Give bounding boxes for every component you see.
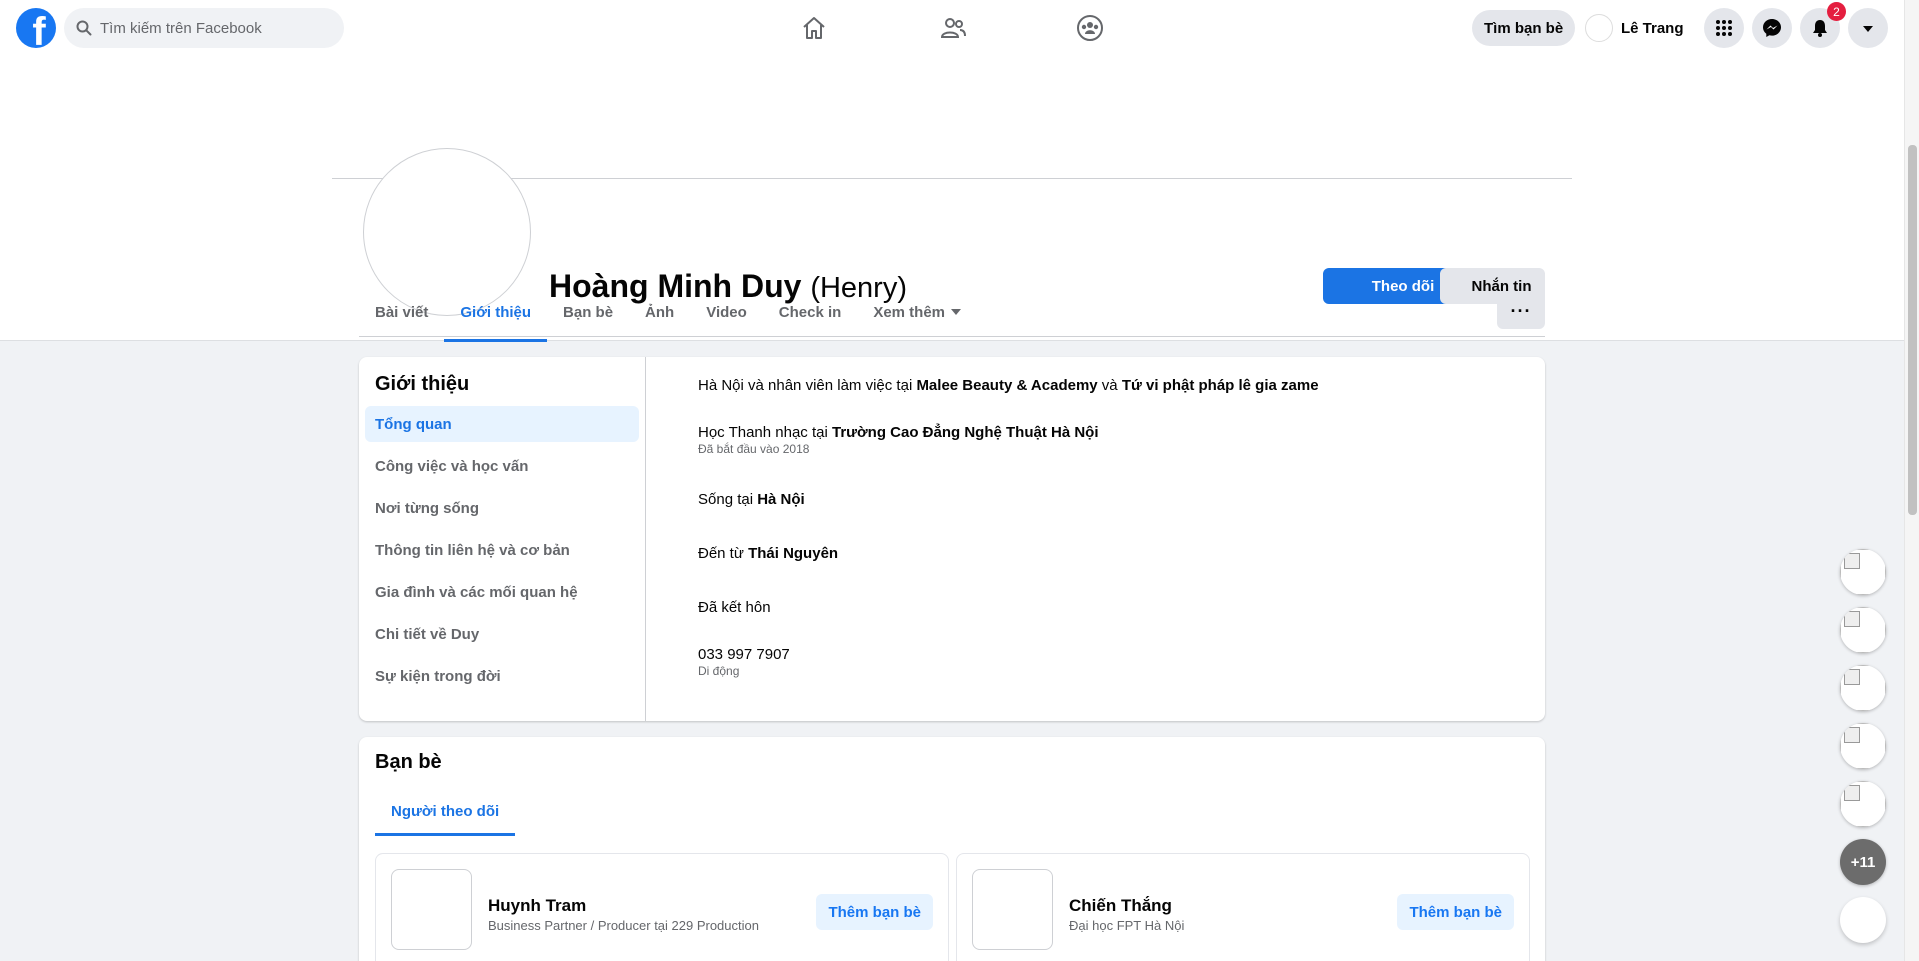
about-menu-life-events[interactable]: Sự kiện trong đời [365, 658, 639, 694]
more-chats-button[interactable]: +11 [1840, 839, 1886, 885]
tab-about[interactable]: Giới thiệu [444, 282, 547, 342]
bell-icon[interactable]: 2 [1800, 2, 1846, 48]
from-place-link[interactable]: Thái Nguyên [748, 545, 838, 562]
find-friends-button[interactable]: Tìm bạn bè [1472, 10, 1576, 46]
home-icon[interactable] [794, 10, 834, 46]
tab-videos[interactable]: Video [690, 282, 763, 342]
friend-card: Huynh Tram Business Partner / Producer t… [375, 853, 949, 961]
lives-place-link[interactable]: Hà Nội [757, 491, 805, 508]
cover-divider [332, 178, 1572, 179]
tab-friends[interactable]: Bạn bè [547, 282, 629, 342]
relationship-info: Đã kết hôn [698, 599, 771, 616]
caret-down-icon[interactable] [1848, 8, 1888, 48]
groups-icon[interactable] [1070, 10, 1110, 46]
broken-image-icon [1840, 665, 1886, 711]
phone-type: Di động [698, 664, 740, 678]
phone-info: 033 997 7907 Di động [698, 646, 790, 678]
search-box[interactable] [64, 8, 344, 48]
broken-image-icon [1840, 723, 1886, 769]
tab-checkins[interactable]: Check in [763, 282, 858, 342]
about-card: Giới thiệu Tổng quan Công việc và học vấ… [359, 357, 1545, 721]
from-info: Đến từ Thái Nguyên [698, 545, 838, 562]
work-and: và [1097, 377, 1122, 394]
new-message-button[interactable] [1840, 897, 1886, 943]
broken-image-icon [1840, 549, 1886, 595]
friend-description: Business Partner / Producer tại 229 Prod… [488, 918, 759, 933]
work-place-link[interactable]: Malee Beauty & Academy [916, 377, 1097, 394]
friend-avatar[interactable] [972, 869, 1053, 950]
school-link[interactable]: Trường Cao Đẳng Nghệ Thuật Hà Nội [832, 424, 1099, 441]
friends-icon[interactable] [933, 10, 973, 46]
scrollbar-thumb[interactable] [1908, 145, 1917, 515]
chevron-down-icon [951, 309, 962, 315]
lives-info: Sống tại Hà Nội [698, 491, 805, 508]
facebook-logo[interactable]: f [16, 8, 56, 48]
work-info: Hà Nội và nhân viên làm việc tại Malee B… [698, 377, 1319, 394]
profile-tabs: Bài viết Giới thiệu Bạn bè Ảnh Video Che… [359, 282, 977, 342]
broken-image-icon [1840, 781, 1886, 827]
education-info: Học Thanh nhạc tại Trường Cao Đẳng Nghệ … [698, 424, 1099, 456]
from-prefix: Đến từ [698, 545, 749, 562]
tab-posts[interactable]: Bài viết [359, 282, 444, 342]
tab-followers[interactable]: Người theo dõi [375, 787, 516, 836]
add-friend-button[interactable]: Thêm bạn bè [1397, 894, 1514, 930]
about-title: Giới thiệu [375, 373, 470, 395]
tab-photos[interactable]: Ảnh [629, 282, 690, 342]
friends-card: Bạn bè Người theo dõi Huynh Tram Busines… [359, 737, 1545, 961]
about-menu-details[interactable]: Chi tiết về Duy [365, 616, 639, 652]
work-place-2-link[interactable]: Tứ vi phật pháp lê gia zame [1122, 377, 1319, 394]
about-sidebar: Giới thiệu Tổng quan Công việc và học vấ… [359, 357, 646, 721]
friend-card: Chiến Thắng Đại học FPT Hà Nội Thêm bạn … [956, 853, 1530, 961]
avatar [1585, 14, 1613, 42]
notification-badge: 2 [1827, 2, 1846, 21]
work-prefix: Hà Nội và nhân viên làm việc tại [698, 377, 917, 394]
messenger-icon[interactable] [1752, 8, 1792, 48]
chat-head[interactable] [1840, 723, 1886, 769]
about-menu-family[interactable]: Gia đình và các mối quan hệ [365, 574, 639, 610]
friend-description: Đại học FPT Hà Nội [1069, 918, 1185, 933]
about-menu-places[interactable]: Nơi từng sống [365, 490, 639, 526]
search-input[interactable] [100, 19, 320, 37]
tab-more[interactable]: Xem thêm [857, 282, 977, 342]
chat-head[interactable] [1840, 607, 1886, 653]
friend-name[interactable]: Chiến Thắng [1069, 896, 1172, 916]
friends-title: Bạn bè [375, 751, 442, 773]
top-navigation-bar: f Tìm bạn bè Lê Trang 2 [0, 0, 1904, 56]
add-friend-button[interactable]: Thêm bạn bè [816, 894, 933, 930]
friend-avatar[interactable] [391, 869, 472, 950]
about-menu-work-education[interactable]: Công việc và học vấn [365, 448, 639, 484]
profile-more-button[interactable]: ··· [1497, 293, 1545, 329]
search-icon [76, 20, 92, 36]
broken-image-icon [1840, 607, 1886, 653]
menu-grid-icon[interactable] [1704, 8, 1744, 48]
chat-head[interactable] [1840, 549, 1886, 595]
study-prefix: Học Thanh nhạc tại [698, 424, 832, 441]
profile-shortcut[interactable]: Lê Trang [1585, 12, 1684, 44]
about-menu-contact[interactable]: Thông tin liên hệ và cơ bản [365, 532, 639, 568]
lives-prefix: Sống tại [698, 491, 758, 508]
tab-more-label: Xem thêm [873, 303, 946, 321]
chat-head[interactable] [1840, 665, 1886, 711]
scrollbar[interactable] [1904, 0, 1919, 961]
friend-name[interactable]: Huynh Tram [488, 896, 586, 916]
user-name: Lê Trang [1621, 19, 1684, 37]
about-menu-overview[interactable]: Tổng quan [365, 406, 639, 442]
chat-head[interactable] [1840, 781, 1886, 827]
study-start: Đã bắt đầu vào 2018 [698, 442, 810, 456]
phone-number: 033 997 7907 [698, 646, 790, 663]
